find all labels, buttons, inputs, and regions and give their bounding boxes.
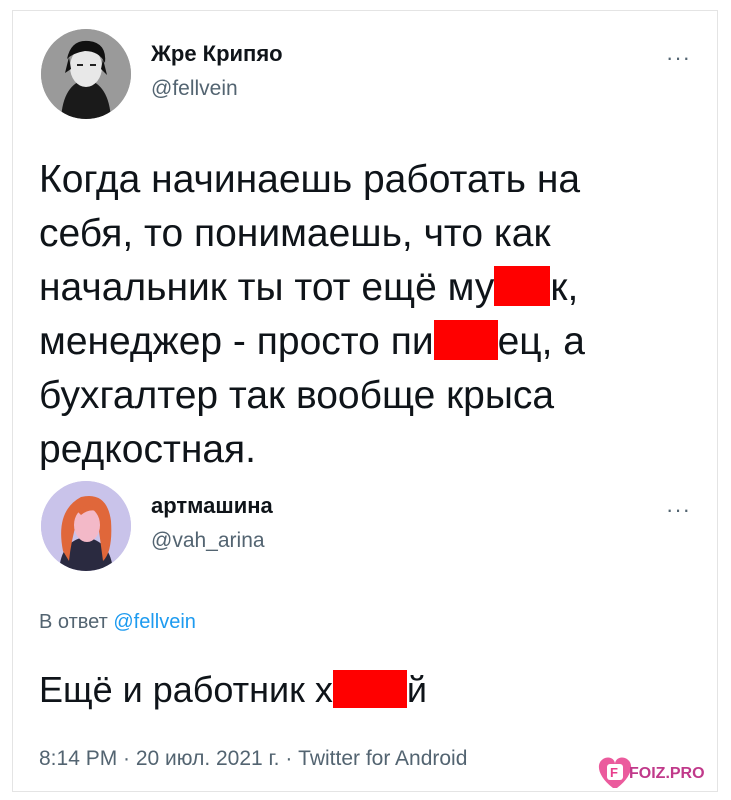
redaction-box xyxy=(332,670,407,708)
tweet-text-line: редкостная. xyxy=(39,428,257,471)
tweet-text-fragment: ец, а xyxy=(497,320,585,363)
tweet1-header: Жре Крипяо @fellvein ··· xyxy=(41,29,691,119)
tweet-text-line: менеджер - просто пи ец, а xyxy=(39,315,679,369)
display-name[interactable]: артмашина xyxy=(151,493,273,519)
tweet-timestamp-source[interactable]: 8:14 PM · 20 июл. 2021 г. · Twitter for … xyxy=(39,747,467,771)
reply-handle-link[interactable]: @fellvein xyxy=(113,611,196,633)
avatar[interactable] xyxy=(41,29,131,119)
user-handle[interactable]: @vah_arina xyxy=(151,529,265,553)
tweet-text-line: Когда начинаешь работать на xyxy=(39,158,581,201)
reply-context: В ответ @fellvein xyxy=(39,611,196,634)
tweet-screenshot-frame: Жре Крипяо @fellvein ··· Когда начинаешь… xyxy=(12,10,718,792)
tweet-text-fragment: й xyxy=(406,669,427,710)
tweet-text-line: начальник ты тот ещё му к, xyxy=(39,261,679,315)
watermark-logo: F FOIZ.PRO xyxy=(593,750,723,792)
redaction-box xyxy=(494,266,551,306)
tweet-text-fragment: Ещё и работник х xyxy=(39,669,333,710)
tweet-text-line: бухгалтер так вообще крыса xyxy=(39,374,555,417)
more-options-icon[interactable]: ··· xyxy=(666,497,691,523)
tweet1-text: Когда начинаешь работать на себя, то пон… xyxy=(39,153,679,477)
tweet-text-fragment: начальник ты тот ещё му xyxy=(39,266,495,309)
redaction-box xyxy=(433,320,498,360)
tweet-text-fragment: менеджер - просто пи xyxy=(39,320,434,363)
display-name[interactable]: Жре Крипяо xyxy=(151,41,283,67)
reply-prefix: В ответ xyxy=(39,611,108,633)
tweet-text-fragment: к, xyxy=(550,266,579,309)
user-handle[interactable]: @fellvein xyxy=(151,77,238,101)
tweet2-text: Ещё и работник х й xyxy=(39,669,427,711)
tweet2-header: артмашина @vah_arina ··· xyxy=(41,481,691,571)
more-options-icon[interactable]: ··· xyxy=(666,45,691,71)
svg-text:F: F xyxy=(610,765,618,780)
watermark-text: FOIZ.PRO xyxy=(629,765,705,782)
tweet-text-line: себя, то понимаешь, что как xyxy=(39,212,551,255)
avatar[interactable] xyxy=(41,481,131,571)
